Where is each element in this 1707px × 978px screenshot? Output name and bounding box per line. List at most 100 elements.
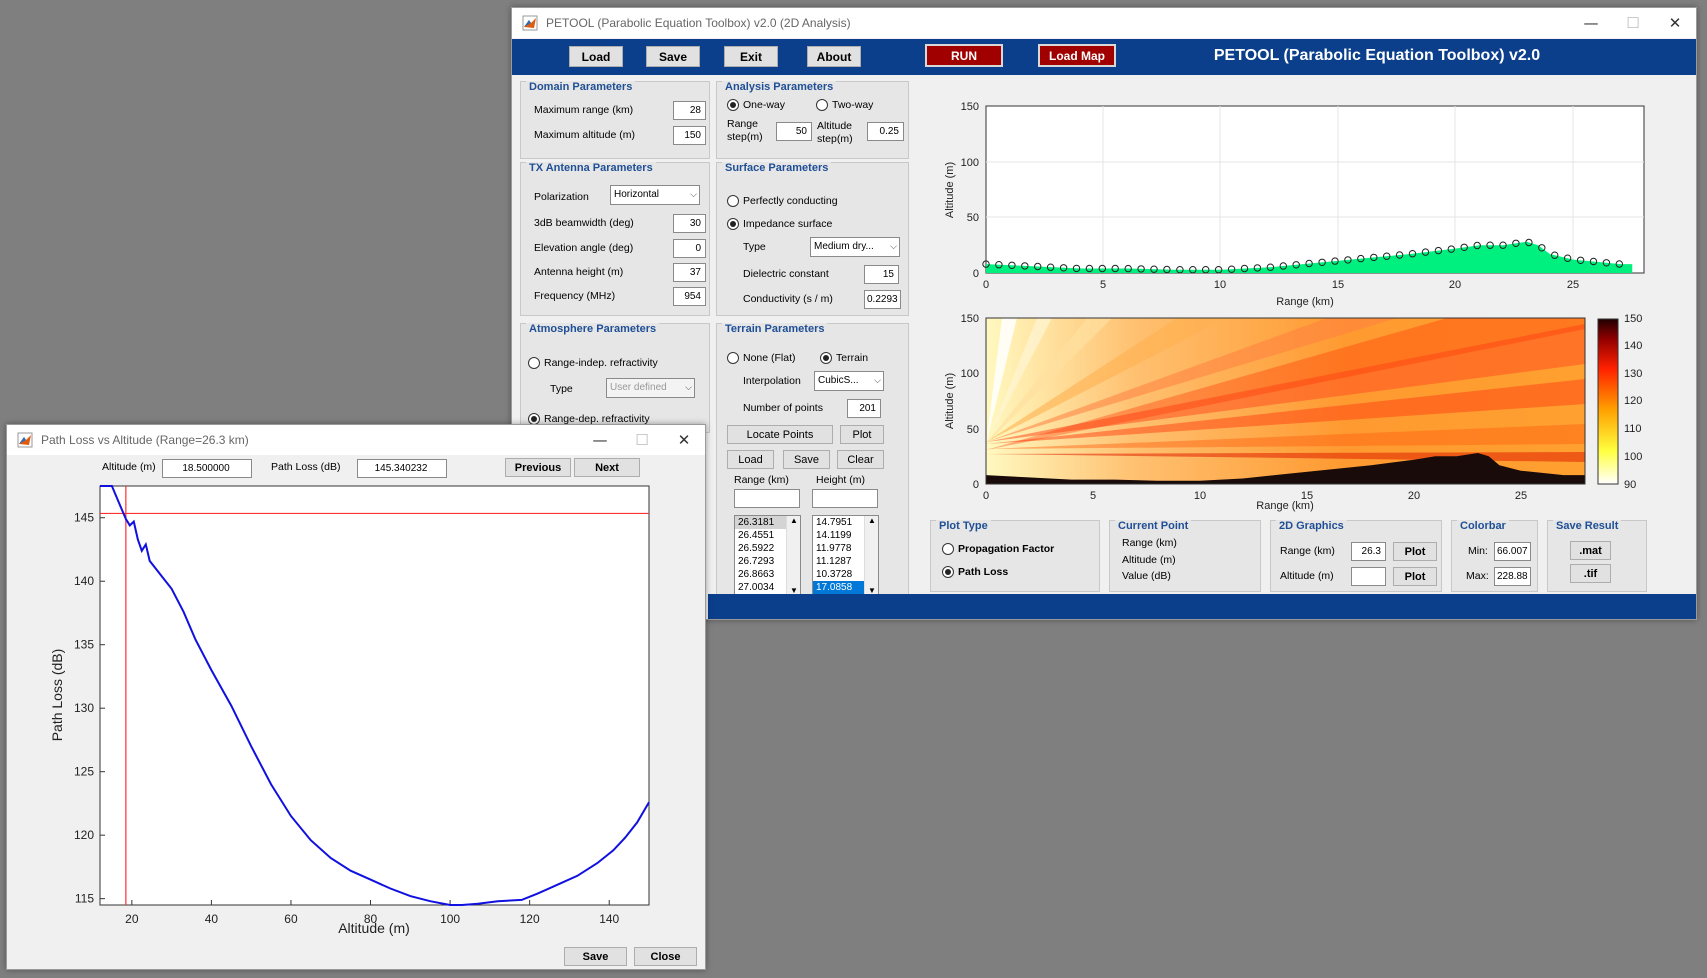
terrain-profile-plot[interactable]: 0 5 10 15 20 25 0 50 100 150 Range (km) … xyxy=(927,88,1667,318)
load-button[interactable]: Load xyxy=(569,46,623,67)
terrain-clear-button[interactable]: Clear xyxy=(837,450,884,469)
max-alt-input[interactable]: 150 xyxy=(673,126,706,145)
propagation-factor-radio[interactable] xyxy=(942,543,954,555)
colorbar-max-input[interactable]: 228.88 xyxy=(1494,567,1531,586)
npoints-input[interactable]: 201 xyxy=(847,399,881,418)
conductivity-input[interactable]: 0.2293 xyxy=(864,290,901,309)
y-tick-label: 115 xyxy=(75,892,94,906)
atmo-type-select[interactable]: User defined ⌵ xyxy=(606,378,695,398)
chart-x-axis-label: Altitude (m) xyxy=(338,920,410,936)
range-listbox[interactable]: 26.3181 26.4551 26.5922 26.7293 26.8663 … xyxy=(734,515,801,596)
x-tick-label: 20 xyxy=(125,912,139,926)
one-way-label: One-way xyxy=(743,99,786,111)
interpolation-select[interactable]: CubicS... ⌵ xyxy=(814,371,884,391)
conductivity-label: Conductivity (s / m) xyxy=(743,293,833,305)
height-entry-input[interactable] xyxy=(812,489,878,508)
minimize-icon[interactable]: — xyxy=(1570,14,1612,32)
next-button[interactable]: Next xyxy=(574,458,640,477)
terrain-plot-button[interactable]: Plot xyxy=(840,425,884,444)
surface-parameters-panel: Surface Parameters Perfectly conducting … xyxy=(716,162,909,316)
colorbar-min-input[interactable]: 66.007 xyxy=(1494,542,1531,561)
height-listbox[interactable]: 14.7951 14.1199 11.9778 11.1287 10.3728 … xyxy=(812,515,879,596)
previous-button[interactable]: Previous xyxy=(505,458,571,477)
y-tick-label: 50 xyxy=(967,212,979,224)
dielectric-input[interactable]: 15 xyxy=(864,265,899,284)
save-button[interactable]: Save xyxy=(646,46,700,67)
graphics-range-input[interactable]: 26.3 xyxy=(1351,542,1386,561)
range-indep-radio[interactable] xyxy=(528,357,540,369)
antenna-height-input[interactable]: 37 xyxy=(673,263,706,282)
x-tick-label: 10 xyxy=(1214,279,1226,291)
about-button[interactable]: About xyxy=(807,46,861,67)
close-icon[interactable]: ✕ xyxy=(1654,14,1696,32)
two-way-radio[interactable] xyxy=(816,99,828,111)
x-tick-label: 120 xyxy=(520,912,540,926)
y-tick-label: 50 xyxy=(967,424,979,436)
graphics-alt-label: Altitude (m) xyxy=(1280,570,1334,582)
popup-close-button[interactable]: Close xyxy=(634,947,697,966)
popup-pathloss-value[interactable]: 145.340232 xyxy=(357,459,447,478)
frequency-label: Frequency (MHz) xyxy=(534,290,616,302)
y-tick-label: 150 xyxy=(961,313,979,325)
beamwidth-input[interactable]: 30 xyxy=(673,214,706,233)
graphics-alt-plot-button[interactable]: Plot xyxy=(1393,567,1437,586)
popup-altitude-value[interactable]: 18.500000 xyxy=(162,459,252,478)
terrain-panel-title: Terrain Parameters xyxy=(722,323,828,335)
popup-save-button[interactable]: Save xyxy=(564,947,627,966)
x-tick-label: 60 xyxy=(284,912,298,926)
minimize-icon[interactable]: — xyxy=(579,431,621,449)
x-tick-label: 100 xyxy=(440,912,460,926)
field-heatmap-plot[interactable]: 0 5 10 15 20 25 0 50 100 150 Range (km) … xyxy=(927,304,1687,516)
one-way-radio[interactable] xyxy=(727,99,739,111)
terrain-load-button[interactable]: Load xyxy=(727,450,774,469)
save-mat-button[interactable]: .mat xyxy=(1570,541,1611,560)
interpolation-value: CubicS... xyxy=(818,375,859,386)
none-flat-radio[interactable] xyxy=(727,352,739,364)
chevron-up-icon[interactable]: ▲ xyxy=(868,516,876,525)
range-entry-input[interactable] xyxy=(734,489,800,508)
maximize-icon[interactable]: ☐ xyxy=(621,431,663,449)
matlab-icon xyxy=(17,432,33,448)
polarization-value: Horizontal xyxy=(614,189,660,200)
alt-step-input[interactable]: 0.25 xyxy=(867,122,904,141)
y-tick-label: 100 xyxy=(961,157,979,169)
exit-button[interactable]: Exit xyxy=(724,46,778,67)
polarization-select[interactable]: Horizontal ⌵ xyxy=(610,185,700,205)
load-map-button[interactable]: Load Map xyxy=(1038,44,1116,67)
perfectly-conducting-radio[interactable] xyxy=(727,195,739,207)
max-range-input[interactable]: 28 xyxy=(673,101,706,120)
run-button[interactable]: RUN xyxy=(925,44,1003,67)
domain-parameters-panel: Domain Parameters Maximum range (km) 28 … xyxy=(520,81,710,159)
graphics-range-plot-button[interactable]: Plot xyxy=(1393,542,1437,561)
colorbar-tick-label: 90 xyxy=(1624,479,1636,491)
main-titlebar[interactable]: PETOOL (Parabolic Equation Toolbox) v2.0… xyxy=(512,8,1696,38)
chevron-up-icon[interactable]: ▲ xyxy=(790,516,798,525)
frequency-input[interactable]: 954 xyxy=(673,287,706,306)
popup-pathloss-label: Path Loss (dB) xyxy=(271,461,341,473)
colorbar-title: Colorbar xyxy=(1457,520,1509,532)
terrain-label: Terrain xyxy=(836,352,869,364)
range-scrollbar[interactable]: ▲ ▼ xyxy=(786,516,800,595)
height-scrollbar[interactable]: ▲ ▼ xyxy=(864,516,878,595)
range-step-input[interactable]: 50 xyxy=(776,122,812,141)
x-tick-label: 20 xyxy=(1449,279,1461,291)
graphics-alt-input[interactable] xyxy=(1351,567,1386,586)
surface-type-select[interactable]: Medium dry... ⌵ xyxy=(810,237,900,257)
y-tick-label: 150 xyxy=(961,101,979,113)
interpolation-label: Interpolation xyxy=(743,375,801,387)
path-loss-radio[interactable] xyxy=(942,566,954,578)
impedance-surface-radio[interactable] xyxy=(727,218,739,230)
max-range-label: Maximum range (km) xyxy=(534,104,634,116)
terrain-save-button[interactable]: Save xyxy=(783,450,830,469)
terrain-radio[interactable] xyxy=(820,352,832,364)
popup-titlebar[interactable]: Path Loss vs Altitude (Range=26.3 km) — … xyxy=(7,425,705,455)
close-icon[interactable]: ✕ xyxy=(663,431,705,449)
maximize-icon[interactable]: ☐ xyxy=(1612,14,1654,32)
save-tif-button[interactable]: .tif xyxy=(1570,564,1611,583)
locate-points-button[interactable]: Locate Points xyxy=(727,425,833,444)
path-loss-chart[interactable]: 20 40 60 80 100 120 140 115120125130135140145 … xyxy=(7,479,705,939)
colorbar-tick-label: 150 xyxy=(1624,313,1642,325)
terrain-parameters-panel: Terrain Parameters None (Flat) Terrain I… xyxy=(716,323,909,601)
elevation-input[interactable]: 0 xyxy=(673,239,706,258)
perfectly-conducting-label: Perfectly conducting xyxy=(743,195,838,207)
